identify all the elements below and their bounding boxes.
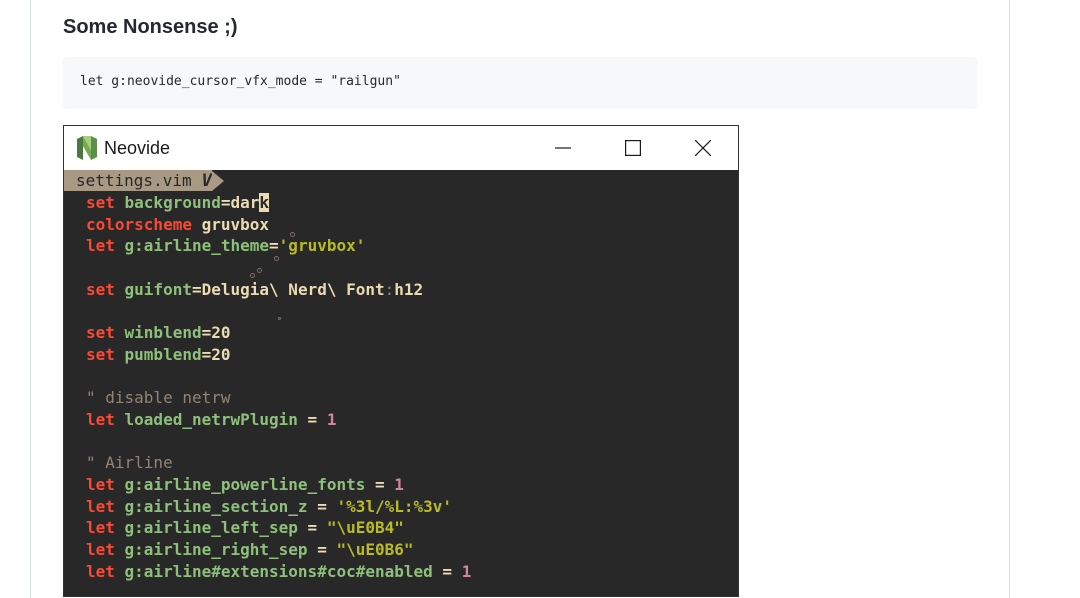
code-token: =	[297, 409, 327, 429]
cursor-particle	[290, 232, 295, 237]
code-token: " disable netrw	[86, 388, 231, 408]
tab-settings-vim[interactable]: settings.vim V	[64, 170, 224, 191]
neovide-window: Neovide settings.vim V set background=da…	[63, 125, 739, 597]
close-icon	[695, 140, 711, 156]
minimize-button[interactable]	[540, 126, 586, 170]
code-token: 20	[211, 323, 231, 343]
code-line: let g:airline_left_sep = "\uE0B4"	[86, 517, 471, 539]
code-token: let	[86, 518, 125, 538]
code-line: set guifont=Delugia\ Nerd\ Font:h12	[86, 279, 471, 301]
code-token: "\uE0B6"	[336, 540, 414, 559]
window-title: Neovide	[104, 138, 171, 158]
code-token: 1	[461, 561, 472, 581]
code-token: let	[86, 496, 125, 516]
code-token: pumblend	[124, 344, 202, 364]
code-token: =	[201, 344, 212, 364]
code-token: :	[384, 279, 395, 299]
code-token: h12	[394, 279, 424, 299]
code-token: g:airline_theme	[124, 236, 270, 256]
code-line: let g:airline_right_sep = "\uE0B6"	[86, 539, 471, 561]
code-line: let g:airline_theme='gruvbox'	[86, 235, 471, 257]
code-token: let	[86, 409, 125, 429]
cursor-particle	[278, 317, 281, 320]
code-line: set winblend=20	[86, 322, 471, 344]
code-line: set background=dark	[86, 192, 471, 214]
code-block: let g:neovide_cursor_vfx_mode = "railgun…	[63, 57, 977, 109]
code-token: =	[307, 496, 337, 516]
code-token: "\uE0B4"	[326, 518, 404, 538]
code-token: =	[201, 323, 212, 343]
code-token: background	[124, 193, 221, 212]
code-token: let	[86, 474, 125, 494]
code-line: colorscheme gruvbox	[86, 214, 471, 236]
code-token: 'gruvbox'	[278, 236, 366, 256]
code-line: " disable netrw	[86, 387, 471, 409]
code-token: =	[365, 474, 395, 494]
neovide-logo-icon	[77, 136, 97, 160]
code-token: " Airline	[86, 453, 173, 473]
code-token: winblend	[124, 323, 202, 343]
tab-label-container: settings.vim V	[64, 170, 212, 191]
code-token: g:airline_right_sep	[124, 540, 308, 559]
code-token: Delugia\ Nerd\ Font	[201, 279, 385, 299]
code-token: gruvbox	[201, 214, 270, 234]
section-title: Some Nonsense ;)	[63, 16, 238, 38]
code-token: =	[297, 518, 327, 538]
code-lines: set background=dark colorscheme gruvbox le…	[86, 192, 471, 582]
window-titlebar[interactable]: Neovide	[64, 126, 738, 170]
code-token: '%3l/%L:%3v'	[336, 496, 453, 516]
code-line: let g:airline_powerline_fonts = 1	[86, 474, 471, 496]
code-line: set pumblend=20	[86, 344, 471, 366]
code-line: let g:airline#extensions#coc#enabled = 1	[86, 561, 471, 583]
minimize-icon	[555, 147, 571, 149]
code-token: dar	[230, 193, 260, 212]
code-line: " Airline	[86, 452, 471, 474]
code-token: g:airline_powerline_fonts	[124, 474, 366, 494]
editor-area[interactable]: settings.vim V set background=dark colors…	[64, 170, 738, 596]
code-token: colorscheme	[86, 214, 202, 234]
vim-icon: V	[201, 170, 212, 191]
code-token: set	[86, 344, 125, 364]
code-token: set	[86, 323, 125, 343]
code-token: loaded_netrwPlugin	[124, 409, 298, 429]
tab-filename: settings.vim	[76, 171, 192, 190]
code-token: guifont	[124, 279, 192, 299]
cursor-particle	[257, 268, 262, 273]
code-line: let g:airline_section_z = '%3l/%L:%3v'	[86, 496, 471, 518]
code-token: =	[220, 193, 231, 212]
code-token: set	[86, 279, 125, 299]
code-token: =	[191, 279, 202, 299]
code-token: g:airline#extensions#coc#enabled	[124, 561, 433, 581]
maximize-button[interactable]	[610, 126, 656, 170]
cursor-particle	[250, 273, 255, 278]
code-token: =	[269, 236, 279, 256]
code-token: g:airline_left_sep	[124, 518, 298, 538]
cursor-particle	[274, 256, 279, 261]
close-button[interactable]	[680, 126, 726, 170]
code-token: let	[86, 540, 125, 559]
code-token: 1	[326, 409, 337, 429]
code-token: =	[432, 561, 462, 581]
code-token: =	[307, 540, 337, 559]
code-snippet: let g:neovide_cursor_vfx_mode = "railgun…	[80, 74, 401, 89]
code-token: let	[86, 236, 125, 256]
maximize-icon	[625, 140, 641, 156]
code-token: let	[86, 561, 125, 581]
code-token: set	[86, 193, 125, 212]
code-token: 1	[394, 474, 404, 494]
code-line: let loaded_netrwPlugin = 1	[86, 409, 471, 431]
text-cursor: k	[259, 193, 270, 212]
tab-separator	[211, 170, 224, 191]
code-token: 20	[211, 344, 231, 364]
code-token: g:airline_section_z	[124, 496, 308, 516]
